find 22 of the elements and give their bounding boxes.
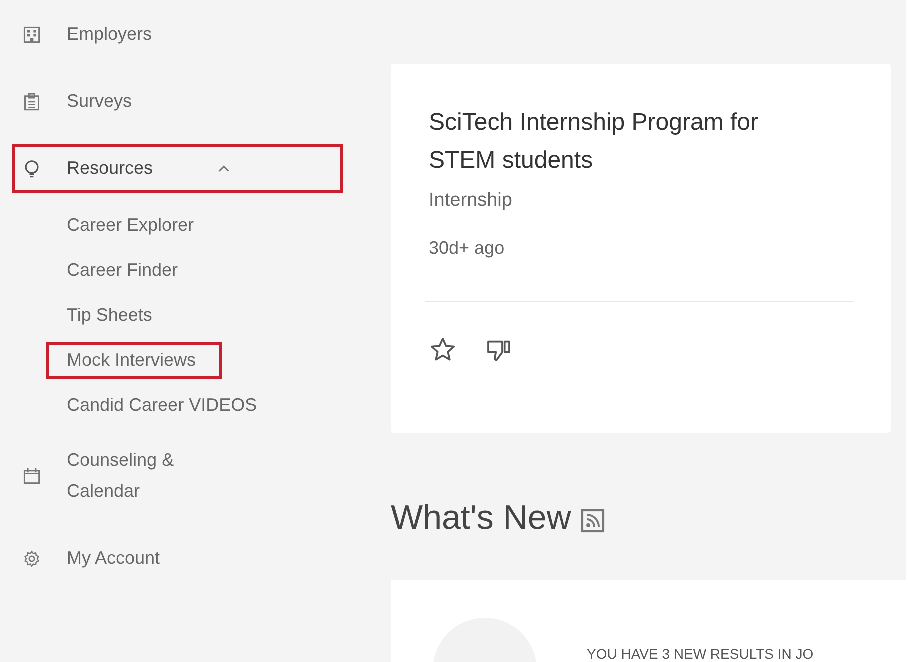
posted-date: 30d+ ago <box>429 238 506 259</box>
calendar-icon <box>23 467 41 485</box>
sidebar-subitem[interactable]: Tip Sheets <box>46 297 178 334</box>
lightbulb-icon <box>23 160 41 178</box>
job-type: Internship <box>429 190 514 212</box>
sidebar-item[interactable]: My Account <box>12 534 343 583</box>
sidebar-item[interactable]: Surveys <box>12 77 343 126</box>
sidebar-subitem[interactable]: Candid Career VIDEOS <box>46 387 284 424</box>
notice-text: YOU HAVE 3 NEW RESULTS IN JO <box>587 646 814 662</box>
section-heading: What's New <box>391 499 572 538</box>
settings-icon <box>23 550 41 568</box>
sidebar-subitem[interactable]: Career Explorer <box>46 207 220 244</box>
sidebar-item[interactable]: Employers <box>12 10 343 59</box>
sidebar-subitem[interactable]: Career Finder <box>46 252 204 289</box>
rss-icon[interactable] <box>581 508 606 532</box>
job-title[interactable]: SciTech Internship Program for STEM students <box>429 104 829 180</box>
sidebar-item[interactable]: Resources <box>12 144 343 193</box>
caret-icon <box>217 164 231 174</box>
building-icon <box>23 26 41 44</box>
clipboard-icon <box>23 92 41 110</box>
sidebar-item[interactable]: Counseling & Calendar <box>12 436 343 516</box>
sidebar-subitem[interactable]: Mock Interviews <box>46 342 222 379</box>
